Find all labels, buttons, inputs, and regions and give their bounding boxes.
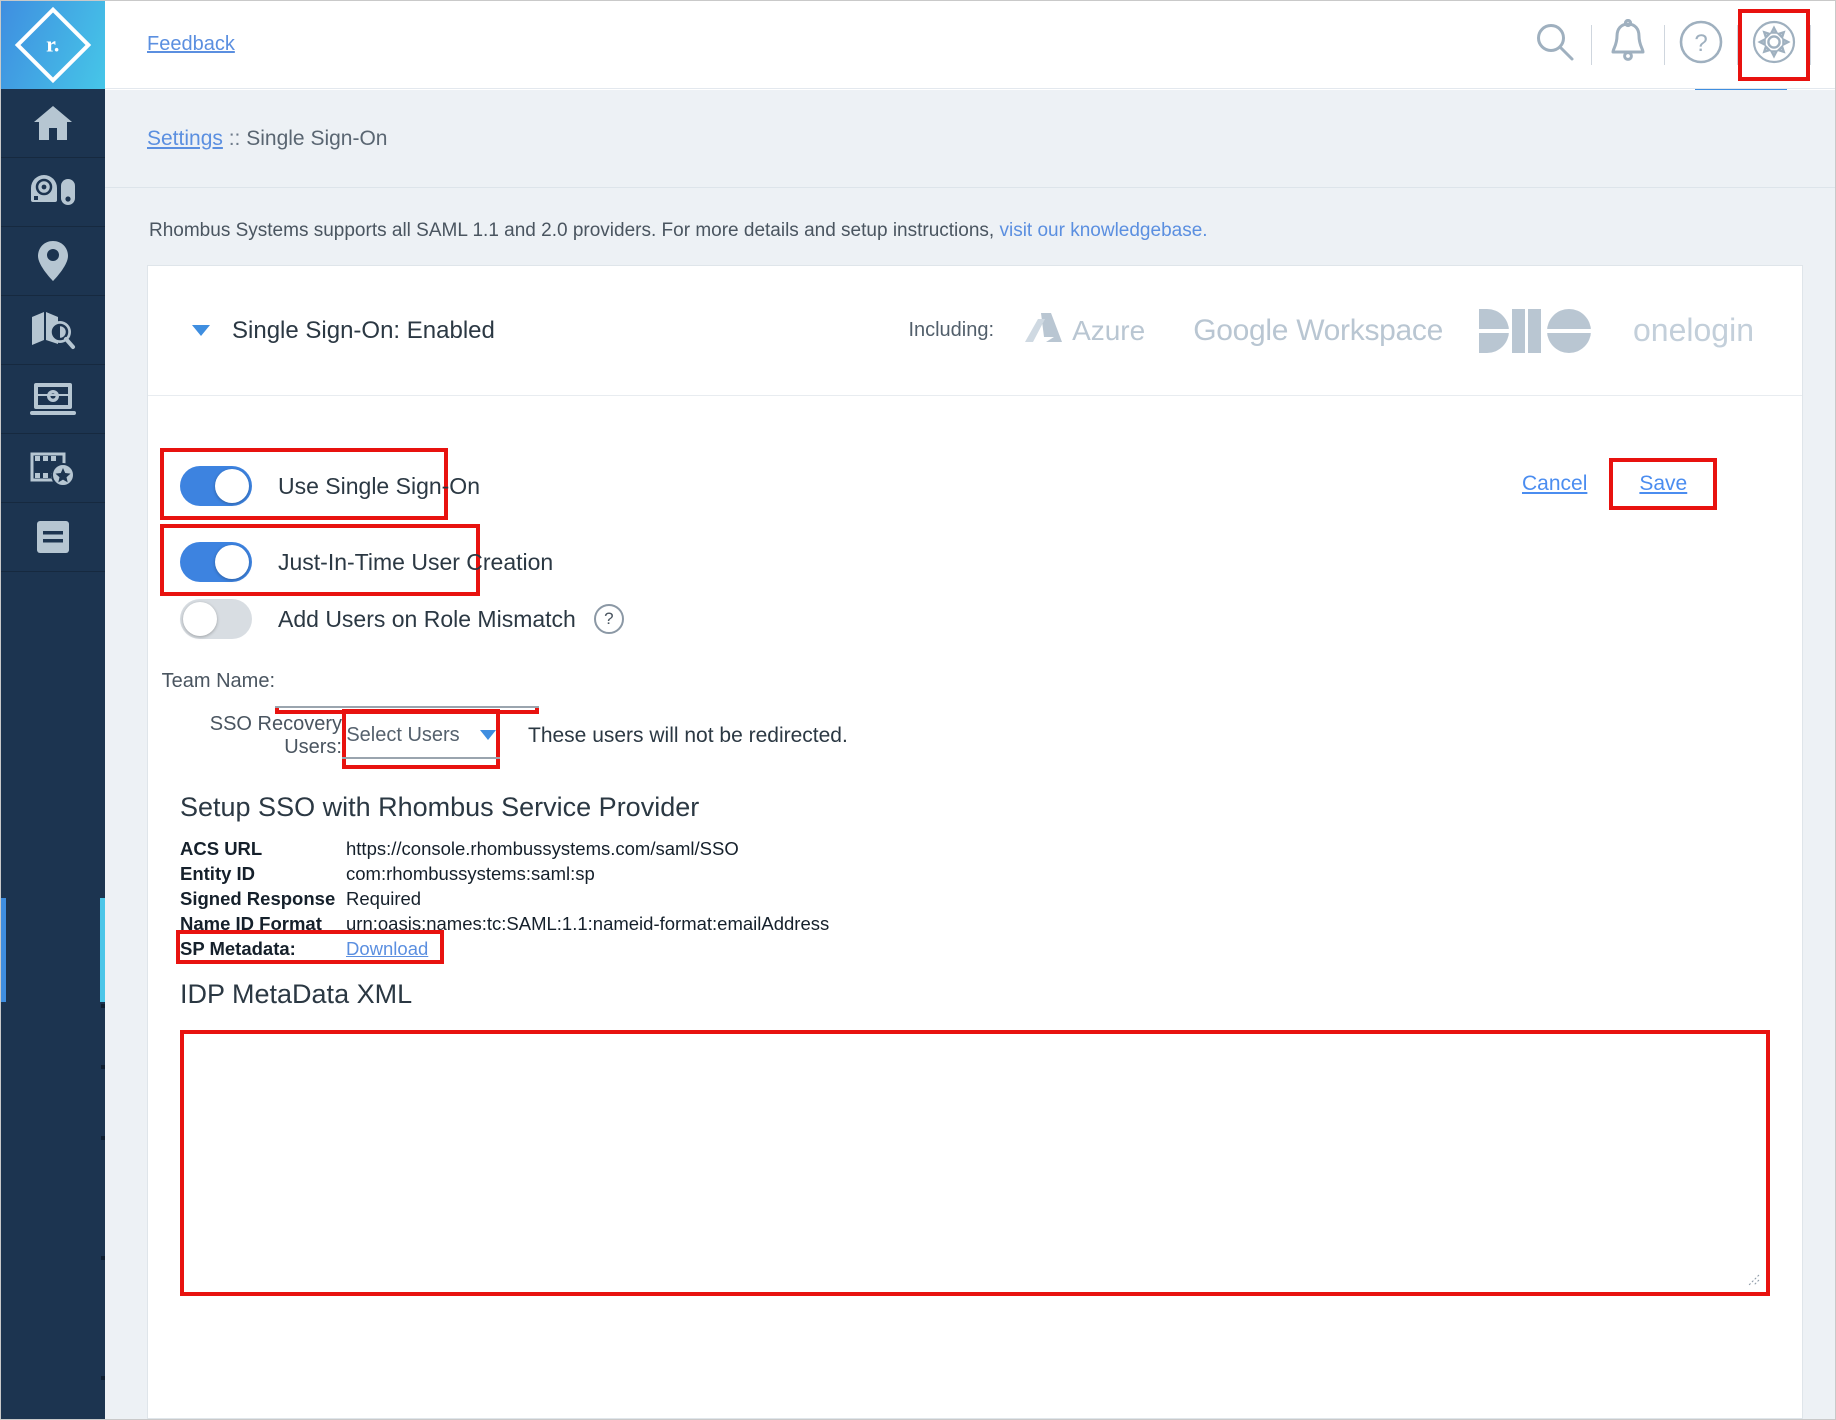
duo-letter-u-left [1512, 308, 1525, 353]
search-button[interactable] [1519, 1, 1591, 89]
add-users-on-role-mismatch-toggle[interactable] [180, 599, 252, 639]
help-icon: ? [1678, 19, 1724, 70]
just-in-time-user-creation-label: Just-In-Time User Creation [278, 548, 554, 575]
use-single-sign-on-label: Use Single Sign-On [278, 472, 480, 499]
settings-button[interactable] [1738, 1, 1810, 89]
table-row: Entity ID com:rhombussystems:saml:sp [180, 862, 829, 885]
sso-card-header[interactable]: Single Sign-On: Enabled Including: Azure… [148, 266, 1802, 396]
azure-icon [1024, 311, 1064, 350]
sso-recovery-row: SSO Recovery Users: Select Users These u… [148, 713, 848, 759]
use-single-sign-on-toggle[interactable] [180, 466, 252, 506]
sidebar-selection-accent-left [1, 898, 6, 1002]
map-pin-icon [37, 240, 69, 282]
save-button[interactable]: Save [1639, 472, 1687, 495]
breadcrumb-separator: :: [222, 126, 247, 150]
chevron-down-icon [479, 730, 496, 740]
table-row: ACS URL https://console.rhombussystems.c… [180, 837, 829, 860]
app-logo[interactable]: r. [1, 1, 105, 89]
onelogin-logo: onelogin [1633, 312, 1754, 348]
settings-highlight-box [1738, 8, 1810, 81]
sp-key: Entity ID [180, 863, 256, 884]
add-users-on-role-mismatch-label: Add Users on Role Mismatch [278, 605, 576, 632]
save-highlight-box: Save [1609, 458, 1718, 510]
breadcrumb-current: Single Sign-On [246, 126, 388, 150]
setup-sso-title: Setup SSO with Rhombus Service Provider [180, 792, 700, 822]
breadcrumb: Settings :: Single Sign-On [147, 127, 387, 151]
resize-handle-icon[interactable] [1744, 1270, 1760, 1286]
sp-value: com:rhombussystems:saml:sp [346, 863, 595, 884]
app-window: r. Feedback ? Settings:: Single Sign-On… [0, 0, 1836, 1420]
sp-value: https://console.rhombussystems.com/saml/… [346, 838, 739, 859]
sp-value: Required [346, 888, 422, 909]
table-row: Signed Response Required [180, 887, 829, 910]
use-sso-row[interactable]: Use Single Sign-On [180, 466, 480, 506]
duo-letter-d [1479, 308, 1509, 353]
logo-text: r. [46, 32, 60, 57]
idp-metadata-title: IDP MetaData XML [180, 979, 413, 1009]
duo-letter-o [1547, 308, 1591, 353]
sso-card: Single Sign-On: Enabled Including: Azure… [147, 265, 1803, 1419]
google-workspace-logo: Google Workspace [1193, 313, 1443, 347]
sso-status-title: Single Sign-On: Enabled [232, 316, 495, 344]
settings-gear-icon [1751, 19, 1797, 70]
cancel-button[interactable]: Cancel [1522, 472, 1587, 496]
intro-sentence: Rhombus Systems supports all SAML 1.1 an… [149, 220, 1000, 241]
home-icon [32, 104, 74, 142]
left-sidebar: r. [1, 1, 105, 1419]
sso-recovery-select[interactable]: Select Users [342, 713, 500, 759]
search-icon [1534, 21, 1576, 68]
map-search-icon [30, 310, 76, 350]
sidebar-item-locations[interactable] [1, 227, 105, 296]
sidebar-item-saved-clips[interactable] [1, 434, 105, 503]
topbar-icon-group: ? [1519, 1, 1835, 89]
help-button[interactable]: ? [1665, 1, 1737, 89]
team-name-label: Team Name: [161, 669, 275, 692]
breadcrumb-settings-link[interactable]: Settings [147, 127, 223, 150]
provider-logos: Including: Azure Google Workspace onelog… [908, 308, 1762, 353]
sidebar-item-reports[interactable] [1, 503, 105, 572]
sidebar-item-live-view[interactable] [1, 365, 105, 434]
form-actions: Cancel Save [1522, 458, 1802, 510]
sso-recovery-select-value: Select Users [346, 723, 460, 746]
sso-recovery-label: SSO Recovery Users: [209, 713, 342, 758]
just-in-time-user-creation-toggle[interactable] [180, 542, 252, 582]
breadcrumb-bar: Settings :: Single Sign-On [105, 90, 1835, 188]
idp-metadata-xml-textarea[interactable] [180, 1030, 1770, 1296]
svg-text:?: ? [1694, 30, 1707, 57]
notifications-button[interactable] [1592, 1, 1664, 89]
sso-recovery-hint: These users will not be redirected. [528, 724, 848, 747]
document-lines-icon [34, 518, 72, 556]
sp-metadata-highlight-box [176, 930, 444, 964]
film-star-icon [30, 449, 76, 487]
sp-key: Signed Response [180, 888, 336, 909]
feedback-link[interactable]: Feedback [147, 33, 235, 56]
toggle-knob [215, 469, 249, 503]
sidebar-item-cameras[interactable] [1, 158, 105, 227]
jit-row[interactable]: Just-In-Time User Creation [180, 542, 553, 582]
knowledgebase-link[interactable]: visit our knowledgebase. [999, 220, 1207, 241]
duo-letter-u-right [1528, 308, 1541, 353]
role-mismatch-row[interactable]: Add Users on Role Mismatch ? [180, 599, 624, 639]
including-label: Including: [908, 319, 995, 341]
azure-logo: Azure [1024, 311, 1145, 350]
intro-text: Rhombus Systems supports all SAML 1.1 an… [105, 188, 1835, 242]
monitor-view-icon [30, 381, 76, 417]
duo-logo [1479, 308, 1591, 353]
team-name-input[interactable] [275, 654, 539, 708]
sp-key: ACS URL [180, 838, 263, 859]
notifications-bell-icon [1607, 18, 1649, 70]
top-bar: Feedback ? [105, 1, 1835, 89]
toggle-knob [183, 602, 217, 636]
topbar-divider-4 [1810, 24, 1811, 65]
role-mismatch-help-icon[interactable]: ? [593, 604, 624, 634]
sidebar-item-home[interactable] [1, 89, 105, 158]
content-area: Rhombus Systems supports all SAML 1.1 an… [105, 188, 1835, 1419]
camera-device-icon [29, 174, 77, 210]
rhombus-diamond-icon: r. [14, 6, 92, 84]
sidebar-item-map-search[interactable] [1, 296, 105, 365]
toggle-knob [215, 545, 249, 579]
team-name-row: Team Name: [148, 654, 548, 708]
chevron-down-icon[interactable] [192, 325, 210, 336]
azure-label: Azure [1072, 314, 1146, 346]
